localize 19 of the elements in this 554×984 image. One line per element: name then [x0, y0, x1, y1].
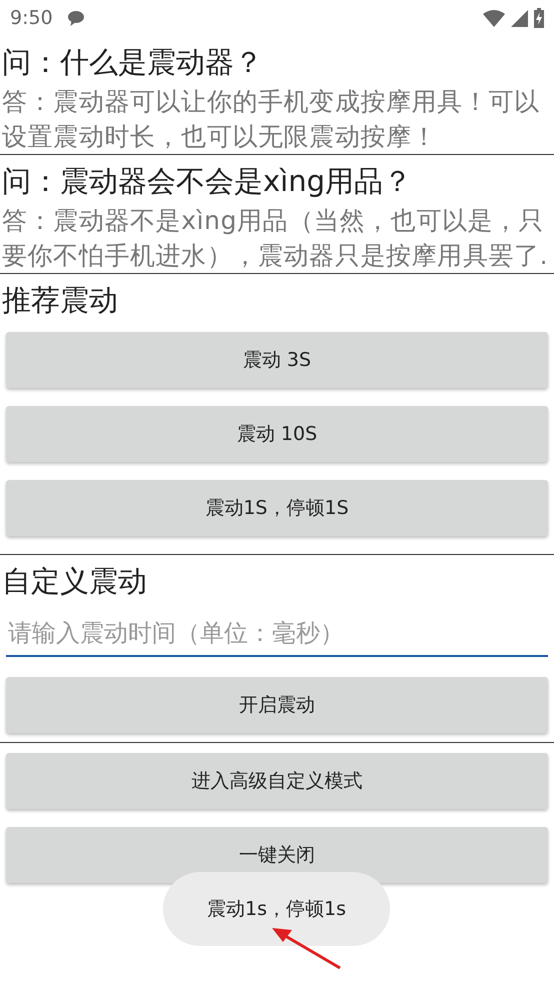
battery-icon [534, 8, 544, 28]
answer-text: 答：震动器可以让你的手机变成按摩用具！可以设置震动时长，也可以无限震动按摩！ [1, 86, 541, 153]
status-time: 9:50 [10, 7, 53, 29]
toast-message: 震动1s，停顿1s [163, 872, 390, 946]
section-title: 推荐震动 [1, 282, 119, 319]
wifi-icon [483, 10, 505, 26]
vibrate-button[interactable]: 震动 3S [6, 332, 548, 388]
message-icon [66, 9, 85, 27]
signal-icon [511, 10, 528, 26]
duration-input-field[interactable]: 请输入震动时间（单位：毫秒） [6, 615, 548, 657]
vibrate-button[interactable]: 震动 10S [6, 406, 548, 462]
question-text: 问：震动器会不会是xìng用品？ [1, 163, 414, 200]
section-title: 自定义震动 [1, 563, 148, 600]
question-text: 问：什么是震动器？ [1, 44, 264, 81]
mode-button[interactable]: 进入高级自定义模式 [6, 753, 548, 809]
start-vibration-button[interactable]: 开启震动 [6, 677, 548, 733]
vibrate-button[interactable]: 震动1S，停顿1S [6, 480, 548, 536]
answer-text: 答：震动器不是xìng用品（当然，也可以是，只要你不怕手机进水），震动器只是按摩用具罢了. [1, 205, 550, 272]
mode-button[interactable]: 一键关闭 [6, 827, 548, 883]
